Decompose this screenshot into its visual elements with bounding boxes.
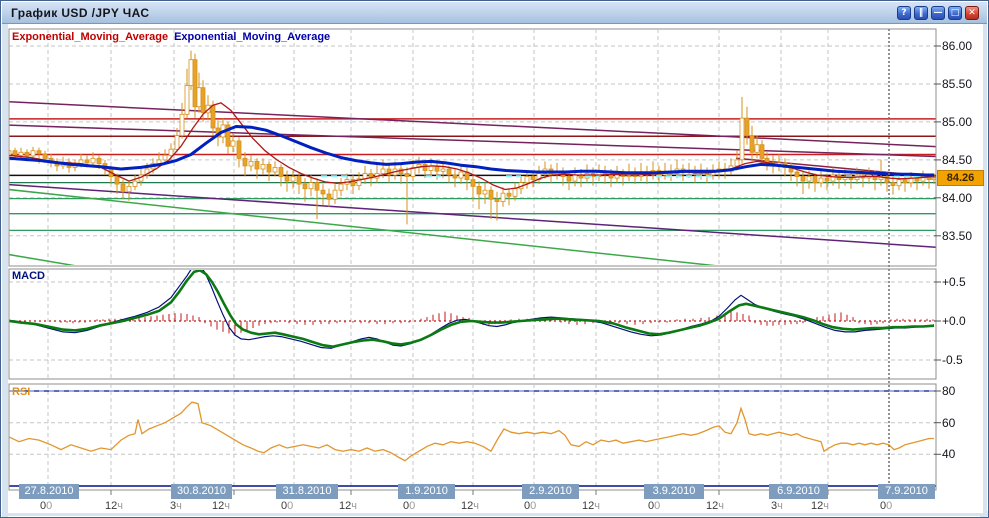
time-label: 12ч bbox=[461, 500, 479, 512]
price-axis-label: 83.50 bbox=[942, 229, 972, 243]
price-axis-label: 86.00 bbox=[942, 39, 972, 53]
ema-slow-label: Exponential_Moving_Average bbox=[174, 31, 330, 43]
chart-canvas[interactable] bbox=[1, 1, 989, 518]
macd-label: MACD bbox=[12, 270, 45, 282]
time-label: 00 bbox=[40, 500, 52, 512]
minimize-button[interactable]: — bbox=[931, 6, 945, 20]
date-label: 2.9.2010 bbox=[522, 484, 579, 499]
time-label: 12ч bbox=[212, 500, 230, 512]
help-button[interactable]: ? bbox=[897, 6, 911, 20]
time-label: 12ч bbox=[105, 500, 123, 512]
date-label: 7.9.2010 bbox=[878, 484, 935, 499]
time-label: 00 bbox=[524, 500, 536, 512]
date-label: 27.8.2010 bbox=[19, 484, 79, 499]
rsi-axis-label: 40 bbox=[942, 447, 955, 461]
time-label: 12ч bbox=[706, 500, 724, 512]
price-axis-label: 84.00 bbox=[942, 191, 972, 205]
price-axis-label: 85.00 bbox=[942, 115, 972, 129]
chart-window: График USD /JPY ЧАС ?‖—□✕ Exponential_Mo… bbox=[0, 0, 989, 518]
rsi-axis-label: 60 bbox=[942, 416, 955, 430]
macd-axis-label: -0.5 bbox=[942, 353, 963, 367]
time-label: 12ч bbox=[811, 500, 829, 512]
close-button[interactable]: ✕ bbox=[965, 6, 979, 20]
date-label: 3.9.2010 bbox=[644, 484, 704, 499]
window-title: График USD /JPY ЧАС bbox=[11, 6, 149, 20]
time-label: 12ч bbox=[339, 500, 357, 512]
maximize-button[interactable]: □ bbox=[948, 6, 962, 20]
rsi-label: RSI bbox=[12, 386, 30, 398]
time-label: 12ч bbox=[582, 500, 600, 512]
time-label: 00 bbox=[648, 500, 660, 512]
ema-fast-label: Exponential_Moving_Average bbox=[12, 31, 168, 43]
date-label: 31.8.2010 bbox=[276, 484, 338, 499]
date-label: 1.9.2010 bbox=[398, 484, 455, 499]
price-axis-label: 85.50 bbox=[942, 77, 972, 91]
pause-button[interactable]: ‖ bbox=[914, 6, 928, 20]
time-label: 00 bbox=[880, 500, 892, 512]
date-label: 30.8.2010 bbox=[171, 484, 232, 499]
time-label: 00 bbox=[403, 500, 415, 512]
date-label: 6.9.2010 bbox=[769, 484, 828, 499]
time-label: 00 bbox=[281, 500, 293, 512]
time-label: 3ч bbox=[170, 500, 182, 512]
price-axis-label: 84.50 bbox=[942, 153, 972, 167]
current-price-tag: 84.26 bbox=[937, 170, 984, 186]
title-bar[interactable]: График USD /JPY ЧАС ?‖—□✕ bbox=[2, 2, 987, 24]
indicator-labels: Exponential_Moving_Average Exponential_Mo… bbox=[12, 31, 330, 43]
macd-axis-label: +0.5 bbox=[942, 275, 966, 289]
rsi-axis-label: 80 bbox=[942, 384, 955, 398]
window-controls: ?‖—□✕ bbox=[897, 6, 979, 20]
macd-axis-label: +0.0 bbox=[942, 314, 966, 328]
time-label: 3ч bbox=[771, 500, 783, 512]
